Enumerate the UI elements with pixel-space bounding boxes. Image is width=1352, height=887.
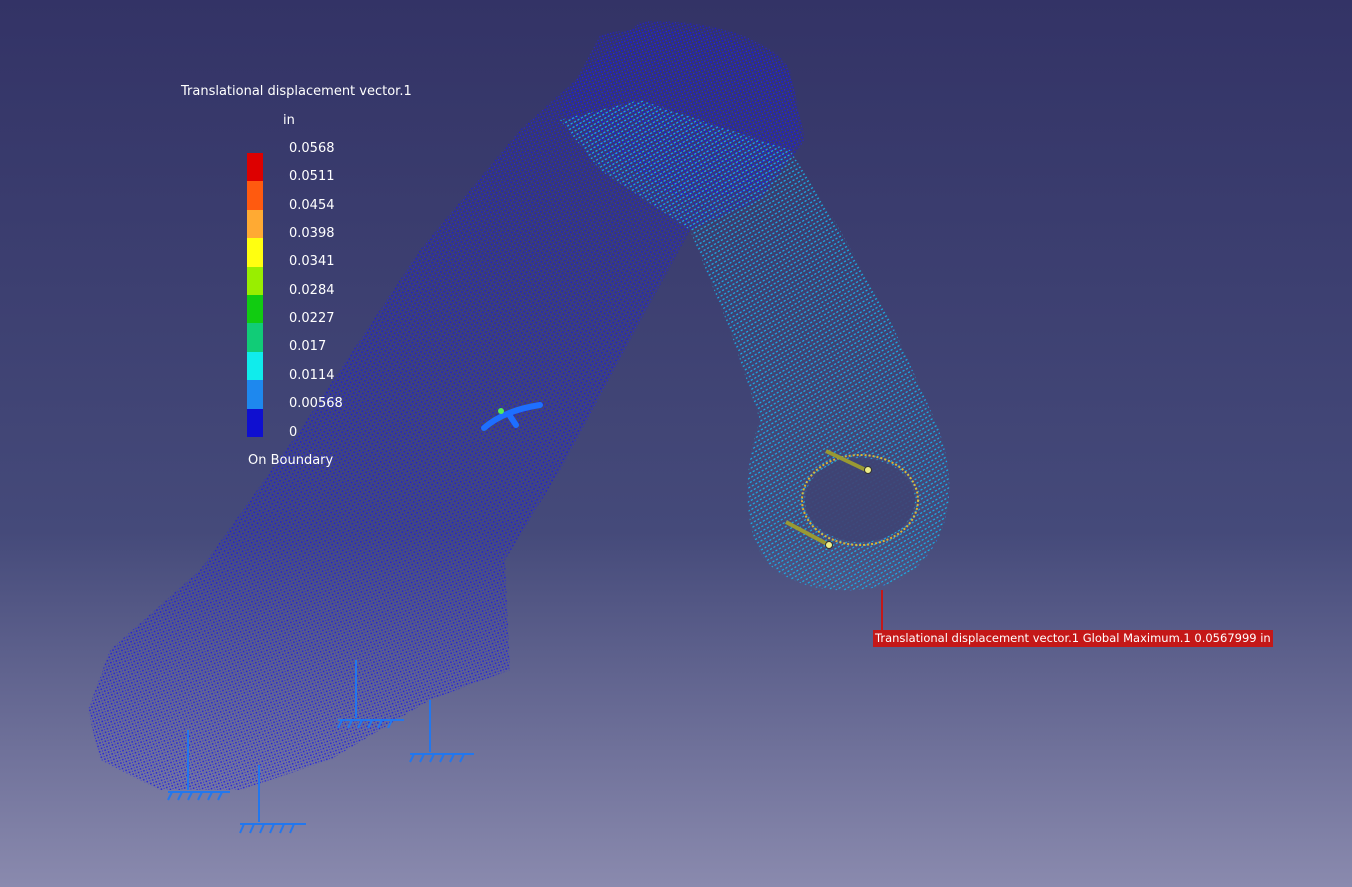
legend-label-3: 0.0398 (289, 226, 335, 241)
load-arrow-1-head (864, 466, 872, 474)
legend-swatch-1 (247, 181, 263, 210)
legend-color-bar (247, 153, 263, 438)
legend-swatch-5 (247, 295, 263, 324)
legend-swatch-3 (247, 238, 263, 267)
legend-footer: On Boundary (248, 453, 334, 468)
legend-swatch-9 (247, 408, 263, 438)
legend-label-0: 0.0568 (289, 141, 335, 156)
legend-label-5: 0.0284 (289, 283, 335, 298)
legend-label-7: 0.017 (289, 339, 327, 354)
legend-swatch-4 (247, 266, 263, 296)
legend-swatch-6 (247, 323, 263, 352)
legend-label-2: 0.0454 (289, 198, 335, 213)
3d-viewport[interactable]: Translational displacement vector.1 in 0… (0, 0, 1352, 887)
color-legend[interactable]: Translational displacement vector.1 in 0… (0, 0, 420, 480)
legend-label-9: 0.00568 (289, 396, 343, 411)
legend-label-8: 0.0114 (289, 368, 335, 383)
legend-label-4: 0.0341 (289, 254, 335, 269)
legend-unit: in (283, 113, 295, 128)
lug-hole (805, 458, 915, 542)
legend-label-1: 0.0511 (289, 169, 335, 184)
legend-swatch-7 (247, 351, 263, 381)
legend-swatch-0 (247, 153, 263, 182)
legend-label-10: 0 (289, 425, 298, 440)
legend-swatch-8 (247, 380, 263, 409)
max-annotation-leader (881, 590, 883, 630)
load-arrow-2-head (825, 541, 833, 549)
legend-title: Translational displacement vector.1 (181, 84, 412, 99)
virtual-part-node (498, 408, 504, 414)
legend-label-6: 0.0227 (289, 311, 335, 326)
global-maximum-annotation[interactable]: Translational displacement vector.1 Glob… (873, 630, 1273, 647)
legend-swatch-2 (247, 209, 263, 239)
